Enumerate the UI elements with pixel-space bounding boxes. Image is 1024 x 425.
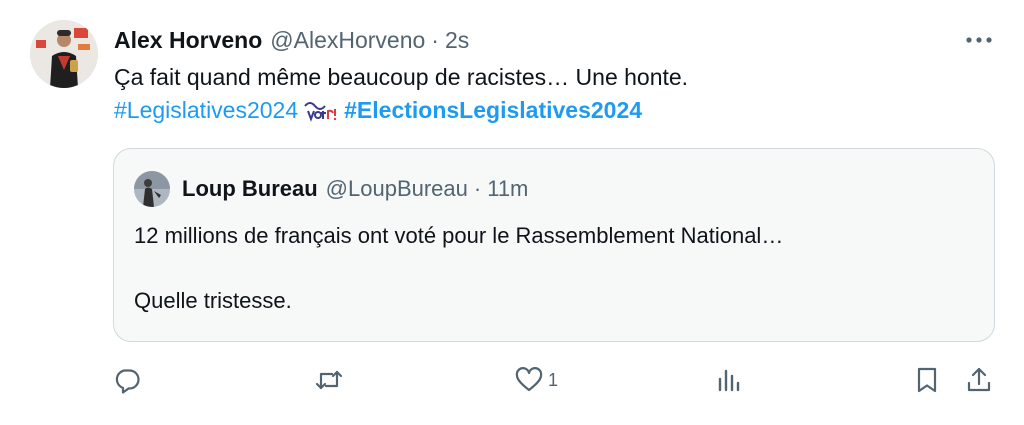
more-dots-icon <box>966 37 992 43</box>
like-button[interactable]: 1 <box>514 360 558 400</box>
author-handle[interactable]: @AlexHorveno <box>270 27 425 54</box>
tweet-header: Alex Horveno @AlexHorveno · 2s <box>114 24 469 56</box>
tweet-timestamp[interactable]: 2s <box>445 27 469 54</box>
views-chart-icon <box>718 369 740 392</box>
quoted-text-line: Quelle tristesse. <box>134 288 292 313</box>
hashtag-electionslegislatives2024[interactable]: #ElectionsLegislatives2024 <box>344 95 642 125</box>
bookmark-button[interactable] <box>912 360 942 400</box>
separator-dot: · <box>473 176 482 201</box>
bookmark-icon <box>917 367 937 393</box>
separator-dot: · <box>431 26 439 53</box>
heart-icon <box>515 367 543 392</box>
quoted-author-name[interactable]: Loup Bureau <box>182 176 318 202</box>
quoted-author-avatar[interactable] <box>134 171 170 207</box>
allons-voter-hashflag-icon <box>302 97 338 123</box>
quoted-tweet[interactable]: Loup Bureau @LoupBureau · 11m 12 million… <box>113 148 995 342</box>
tweet-action-bar: 1 <box>0 360 1024 400</box>
tweet-text-line: Ça fait quand même beaucoup de racistes…… <box>114 64 689 90</box>
tweet-hashtags: #Legislatives2024 #ElectionsLegislatives… <box>114 95 642 125</box>
more-options-button[interactable] <box>962 30 996 50</box>
quoted-author-handle[interactable]: @LoupBureau <box>326 176 468 202</box>
retweet-button[interactable] <box>314 360 344 400</box>
share-icon <box>967 367 991 392</box>
quoted-text-line: 12 millions de français ont voté pour le… <box>134 223 784 248</box>
author-name[interactable]: Alex Horveno <box>114 27 262 54</box>
like-count: 1 <box>548 369 559 390</box>
reply-button[interactable] <box>112 360 142 400</box>
hashtag-legislatives2024[interactable]: #Legislatives2024 <box>114 95 298 125</box>
quoted-tweet-timestamp[interactable]: 11m <box>487 176 528 202</box>
tweet-card: Alex Horveno @AlexHorveno · 2s Ça fait q… <box>0 0 1024 425</box>
quoted-tweet-header: Loup Bureau @LoupBureau · 11m <box>182 173 528 205</box>
share-button[interactable] <box>964 360 994 400</box>
retweet-icon <box>315 370 343 390</box>
views-button[interactable] <box>714 360 744 400</box>
reply-icon <box>115 369 140 394</box>
author-avatar[interactable] <box>30 20 98 88</box>
